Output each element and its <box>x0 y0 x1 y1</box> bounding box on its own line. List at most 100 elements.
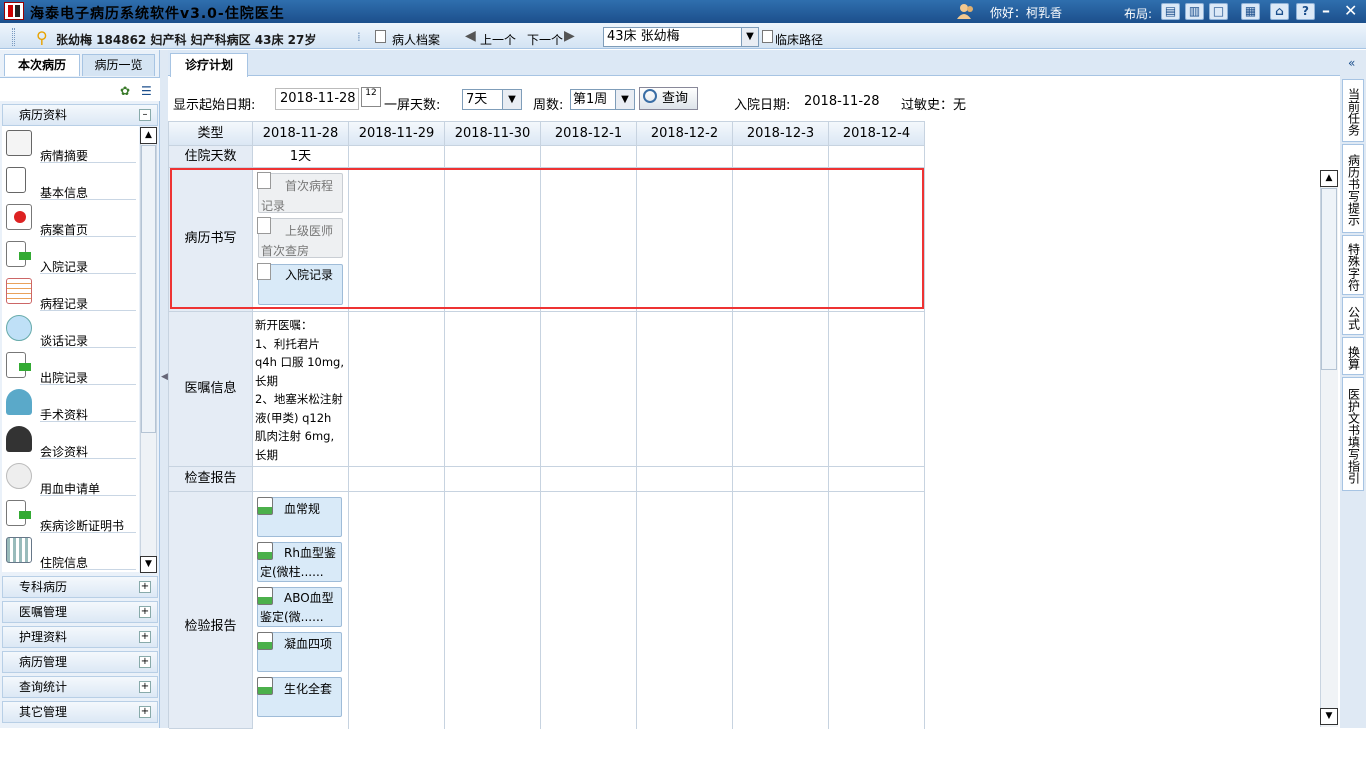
plan-grid: 类型 2018-11-28 2018-11-29 2018-11-30 2018… <box>168 121 925 729</box>
key-icon: ⚲ <box>36 28 48 47</box>
menu-item-basic-info[interactable]: 基本信息 <box>2 165 139 202</box>
print-icon[interactable]: ▦ <box>1241 3 1260 20</box>
layout-single-icon[interactable]: ▤ <box>1161 3 1180 20</box>
clinical-pathway-link[interactable]: 临床路径 <box>775 31 823 48</box>
layout-split-icon[interactable]: ▥ <box>1185 3 1204 20</box>
section-query-stats[interactable]: 查询统计 + <box>2 676 158 698</box>
days-label: 一屏天数: <box>384 98 441 113</box>
scroll-up-icon[interactable]: ▲ <box>1320 170 1338 187</box>
collapse-right-icon[interactable]: « <box>1348 56 1355 70</box>
chevron-down-icon[interactable]: ▼ <box>741 28 758 46</box>
empty-cell <box>829 492 925 729</box>
doc-admission-record[interactable]: 入院记录 <box>257 263 343 305</box>
empty-cell <box>541 312 637 467</box>
empty-cell <box>637 168 733 312</box>
help-icon[interactable]: ? <box>1296 3 1315 20</box>
records-row-label: 病历书写 <box>169 168 253 312</box>
empty-cell <box>445 467 541 492</box>
chevron-down-icon[interactable]: ▼ <box>615 90 634 109</box>
patient-archive-link[interactable]: 病人档案 <box>392 31 440 48</box>
menu-item-summary[interactable]: 病情摘要 <box>2 128 139 165</box>
menu-item-consultation[interactable]: 会诊资料 <box>2 424 139 461</box>
lab-coagulation[interactable]: 凝血四项 <box>257 632 342 672</box>
menu-item-conversation[interactable]: 谈话记录 <box>2 313 139 350</box>
expand-icon[interactable]: + <box>139 606 151 618</box>
menu-item-front-page[interactable]: 病案首页 <box>2 202 139 239</box>
lab-rh-blood-type[interactable]: Rh血型鉴定(微柱...... <box>257 542 342 582</box>
chevron-down-icon[interactable]: ▼ <box>502 90 521 109</box>
start-date-label: 显示起始日期: <box>173 98 256 113</box>
menu-item-inpatient-info[interactable]: 住院信息 <box>2 535 139 572</box>
layout-full-icon[interactable]: □ <box>1209 3 1228 20</box>
section-specialty[interactable]: 专科病历 + <box>2 576 158 598</box>
stay-days-label: 住院天数 <box>169 146 253 168</box>
admit-date-label: 入院日期: <box>734 98 791 113</box>
doc-first-progress[interactable]: 首次病程记录 <box>257 172 343 213</box>
doc-senior-rounds[interactable]: 上级医师首次查房记...... <box>257 217 343 258</box>
tab-current-task[interactable]: 当前任务 <box>1342 79 1364 142</box>
next-arrow-icon[interactable]: ▶ <box>564 28 575 44</box>
section-nursing[interactable]: 护理资料 + <box>2 626 158 648</box>
empty-cell <box>829 168 925 312</box>
scroll-up-icon[interactable]: ▲ <box>140 127 157 144</box>
empty-cell <box>349 168 445 312</box>
start-date-input[interactable]: 2018-11-28 <box>275 88 359 110</box>
lab-biochem[interactable]: 生化全套 <box>257 677 342 717</box>
collapse-icon[interactable]: – <box>139 109 151 121</box>
lab-row-label: 检验报告 <box>169 492 253 729</box>
section-orders[interactable]: 医嘱管理 + <box>2 601 158 623</box>
menu-item-progress[interactable]: 病程记录 <box>2 276 139 313</box>
next-patient-link[interactable]: 下一个 <box>527 31 563 48</box>
scroll-thumb[interactable] <box>1321 188 1337 370</box>
records-cell: 首次病程记录 上级医师首次查房记...... 入院记录 <box>253 168 349 312</box>
tab-treatment-plan[interactable]: 诊疗计划 <box>170 53 248 77</box>
menu-item-surgery[interactable]: 手术资料 <box>2 387 139 424</box>
palette-icon[interactable]: ✿ <box>120 84 130 98</box>
expand-icon[interactable]: + <box>139 706 151 718</box>
tab-record-list[interactable]: 病历一览 <box>82 54 155 76</box>
menu-item-diagnosis-cert[interactable]: 疾病诊断证明书 <box>2 498 139 535</box>
bed-select[interactable]: 43床 张幼梅 <box>603 27 759 47</box>
pathway-icon <box>762 30 773 43</box>
close-icon[interactable]: ✕ <box>1344 1 1357 20</box>
empty-cell <box>541 146 637 168</box>
lab-cell: 血常规 Rh血型鉴定(微柱...... ABO血型鉴定(微...... 凝血四项… <box>253 492 349 729</box>
expand-icon[interactable]: + <box>139 681 151 693</box>
tab-writing-tips[interactable]: 病历书写提示 <box>1342 144 1364 233</box>
scroll-thumb[interactable] <box>141 145 156 433</box>
scroll-down-icon[interactable]: ▼ <box>1320 708 1338 725</box>
lab-blood-routine[interactable]: 血常规 <box>257 497 342 537</box>
orders-cell: 新开医嘱： 1、利托君片 q4h 口服 10mg, 长期 2、地塞米松注射 液(… <box>253 312 349 467</box>
blood-bag-icon <box>6 463 32 489</box>
expand-icon[interactable]: + <box>139 631 151 643</box>
prev-patient-link[interactable]: 上一个 <box>480 31 516 48</box>
list-icon[interactable]: ☰ <box>141 84 152 98</box>
empty-cell <box>637 467 733 492</box>
empty-cell <box>349 467 445 492</box>
menu-item-admission[interactable]: 入院记录 <box>2 239 139 276</box>
tab-nursing-guide[interactable]: 医护文书填写指引 <box>1342 377 1364 491</box>
tab-conversion[interactable]: 换算 <box>1342 337 1364 375</box>
section-other[interactable]: 其它管理 + <box>2 701 158 723</box>
home-icon[interactable]: ⌂ <box>1270 3 1289 20</box>
minimize-icon[interactable]: – <box>1322 1 1330 20</box>
expand-icon[interactable]: + <box>139 581 151 593</box>
menu-item-discharge[interactable]: 出院记录 <box>2 350 139 387</box>
tab-special-chars[interactable]: 特殊字符 <box>1342 235 1364 295</box>
lab-abo-blood-type[interactable]: ABO血型鉴定(微...... <box>257 587 342 627</box>
menu-item-blood-request[interactable]: 用血申请单 <box>2 461 139 498</box>
prev-arrow-icon[interactable]: ◀ <box>465 28 476 44</box>
allergy-history: 过敏史：无 <box>901 98 967 113</box>
user-icon <box>957 4 973 19</box>
empty-cell <box>541 492 637 729</box>
tab-formula[interactable]: 公式 <box>1342 297 1364 335</box>
expand-icon[interactable]: + <box>139 656 151 668</box>
calendar-picker-icon[interactable]: 12 <box>361 87 381 107</box>
collapse-left-icon[interactable]: ◀ <box>161 372 168 396</box>
scroll-down-icon[interactable]: ▼ <box>140 556 157 573</box>
empty-cell <box>349 492 445 729</box>
section-record-mgmt[interactable]: 病历管理 + <box>2 651 158 673</box>
section-record-data[interactable]: 病历资料 – <box>2 104 158 126</box>
tab-current-record[interactable]: 本次病历 <box>4 54 80 76</box>
main-tabstrip <box>168 50 1340 76</box>
